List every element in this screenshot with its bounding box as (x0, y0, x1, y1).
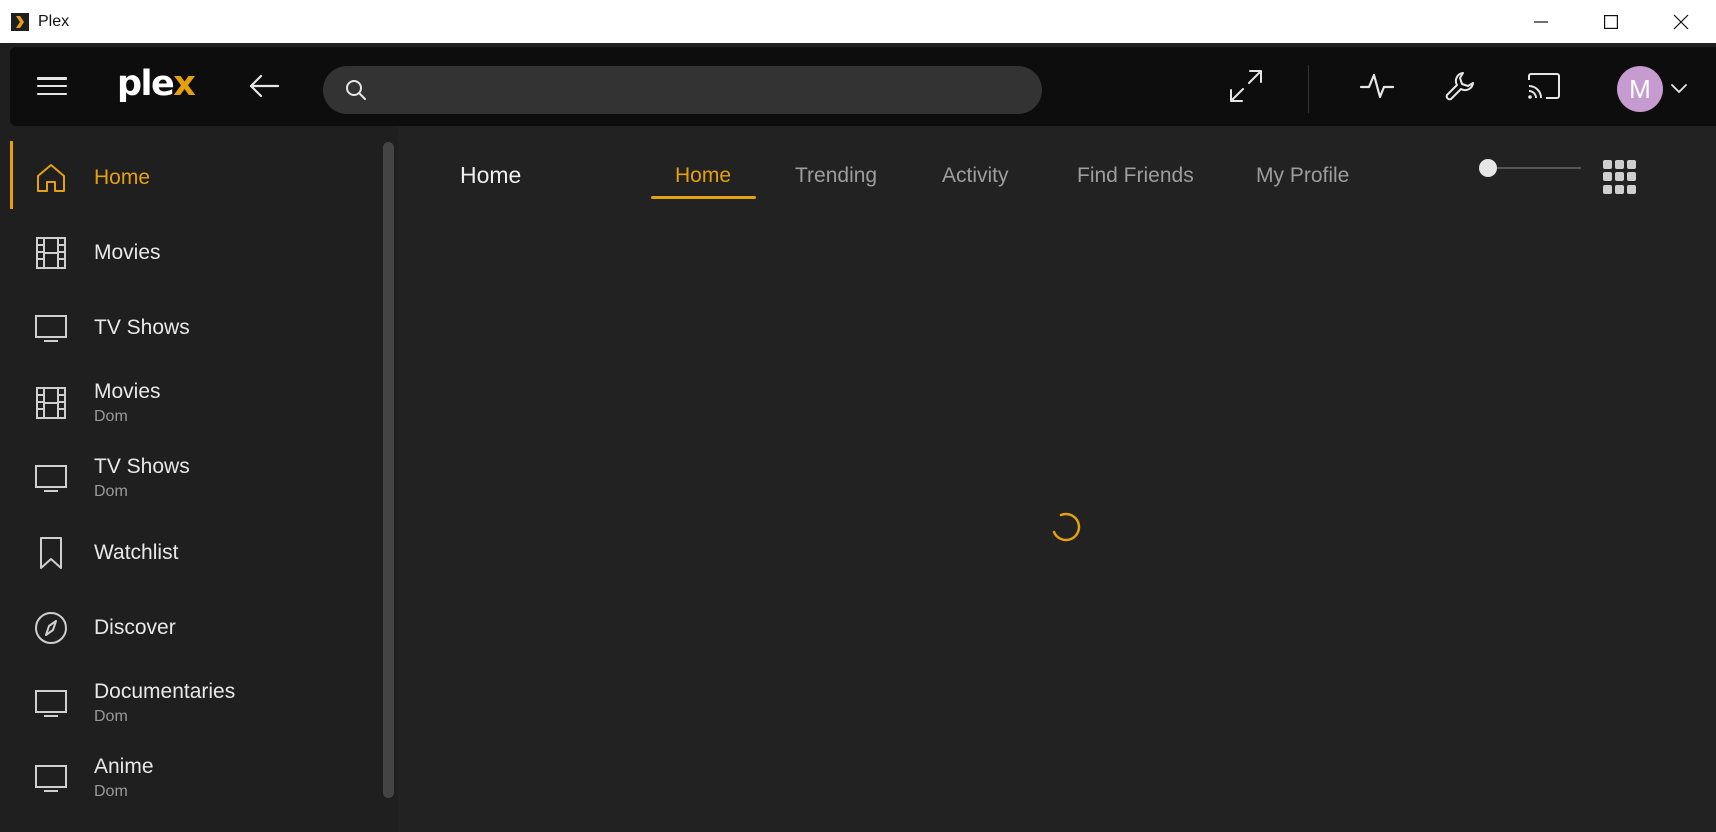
compass-icon (34, 611, 68, 645)
sidebar-item-server: Dom (94, 708, 128, 725)
tv-icon (34, 761, 68, 795)
tv-icon (34, 461, 68, 495)
tab-trending[interactable]: Trending (795, 164, 877, 188)
cast-button[interactable] (1524, 66, 1564, 106)
fullscreen-button[interactable] (1226, 66, 1266, 106)
account-menu-button[interactable] (1670, 79, 1688, 97)
minimize-button[interactable] (1506, 0, 1576, 43)
tv-icon (34, 311, 68, 345)
toolbar-divider (1308, 65, 1309, 113)
chevron-down-icon (1671, 84, 1687, 93)
settings-button[interactable] (1440, 66, 1480, 106)
activity-icon (1359, 73, 1395, 99)
sidebar-item-label: TV Shows (94, 455, 190, 478)
menu-icon (37, 77, 67, 80)
back-button[interactable] (248, 72, 280, 100)
tab-home[interactable]: Home (675, 164, 731, 188)
sidebar-item-label: TV Shows (94, 316, 190, 339)
sidebar-item-label: Movies (94, 380, 161, 403)
film-icon (34, 236, 68, 270)
cast-icon (1528, 73, 1560, 99)
active-tab-indicator (651, 196, 756, 199)
logo-accent: x (173, 64, 196, 104)
window-title-bar: Plex (0, 0, 1716, 43)
sidebar-item-tv-shows[interactable]: TV Shows (10, 291, 386, 365)
search-bar[interactable] (323, 66, 1042, 114)
sidebar-item-label: Home (94, 166, 151, 189)
tab-find-friends[interactable]: Find Friends (1077, 164, 1194, 188)
sidebar-item-home[interactable]: Home (10, 141, 386, 215)
sidebar-item-tv-shows-dom[interactable]: TV Shows Dom (10, 441, 386, 515)
sidebar-item-movies[interactable]: Movies (10, 216, 386, 290)
tv-icon (34, 686, 68, 720)
maximize-button[interactable] (1576, 0, 1646, 43)
poster-size-slider[interactable] (1479, 157, 1581, 179)
sidebar-item-label: Documentaries (94, 680, 236, 703)
grid-view-icon (1603, 160, 1612, 169)
sidebar-item-label: Movies (94, 241, 161, 264)
sidebar-item-movies-dom[interactable]: Movies Dom (10, 366, 386, 440)
sidebar-item-server: Dom (94, 483, 128, 500)
tab-my-profile[interactable]: My Profile (1256, 164, 1349, 188)
sidebar-item-label: Discover (94, 616, 176, 639)
top-navigation-bar: plex M (10, 47, 1716, 126)
maximize-icon (1604, 14, 1618, 29)
plex-logo[interactable]: plex (117, 64, 196, 104)
window-title: Plex (38, 12, 70, 30)
sidebar-item-label: Watchlist (94, 541, 179, 564)
film-icon (34, 386, 68, 420)
back-arrow-icon (249, 74, 280, 98)
sidebar-scrollbar[interactable] (383, 142, 394, 798)
window-controls (1506, 0, 1716, 43)
search-icon (346, 80, 366, 100)
sidebar-item-documentaries[interactable]: Documentaries Dom (10, 666, 386, 740)
activity-button[interactable] (1357, 66, 1397, 106)
logo-text: ple (117, 64, 175, 104)
search-input[interactable] (379, 80, 1019, 100)
plex-app-icon (11, 12, 29, 31)
menu-button[interactable] (37, 73, 67, 99)
sidebar-item-watchlist[interactable]: Watchlist (10, 516, 386, 590)
home-icon (34, 161, 68, 195)
user-avatar[interactable]: M (1617, 66, 1663, 112)
bookmark-icon (34, 536, 68, 570)
slider-thumb[interactable] (1479, 159, 1497, 177)
minimize-icon (1534, 20, 1548, 23)
settings-wrench-icon (1445, 72, 1474, 101)
close-button[interactable] (1646, 0, 1716, 43)
sidebar-item-anime[interactable]: Anime Dom (10, 741, 386, 815)
sidebar-item-server: Dom (94, 783, 128, 800)
sidebar-item-discover[interactable]: Discover (10, 591, 386, 665)
fullscreen-icon (1230, 70, 1262, 102)
sidebar-item-label: Anime (94, 755, 154, 778)
tab-activity[interactable]: Activity (942, 164, 1009, 188)
page-title: Home (460, 162, 522, 188)
sidebar: Home Movies TV Shows Movies Dom TV Shows… (10, 141, 396, 832)
grid-view-button[interactable] (1603, 160, 1637, 194)
loading-spinner-icon (1049, 510, 1083, 544)
main-content: Home Home Trending Activity Find Friends… (398, 126, 1716, 832)
sidebar-item-server: Dom (94, 408, 128, 425)
close-icon (1673, 14, 1689, 29)
